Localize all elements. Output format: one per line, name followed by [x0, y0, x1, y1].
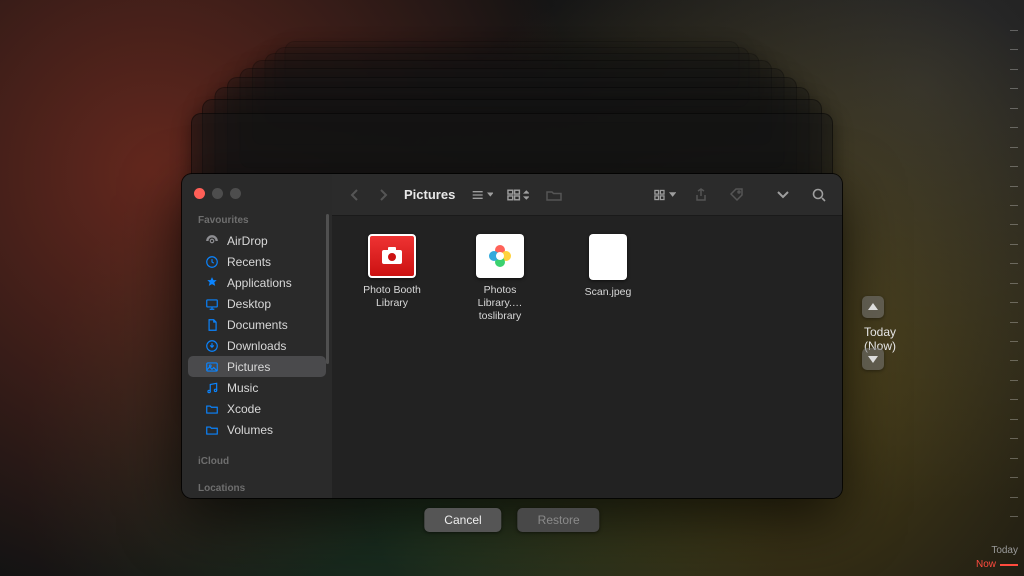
downloads-icon	[204, 338, 219, 353]
sidebar-item-label: Applications	[227, 276, 292, 290]
document-icon	[204, 317, 219, 332]
folder-icon	[204, 401, 219, 416]
close-window-button[interactable]	[194, 188, 205, 199]
toolbar: Pictures	[332, 174, 842, 216]
sidebar-scrollbar[interactable]	[326, 214, 329, 364]
sidebar-item-label: AirDrop	[227, 234, 268, 248]
sidebar-item-label: Xcode	[227, 402, 261, 416]
file-item[interactable]: Scan.jpeg	[568, 234, 648, 299]
sidebar-section-locations: Locations	[182, 479, 332, 498]
sidebar-item-label: Recents	[227, 255, 271, 269]
sidebar-item-music[interactable]: Music	[188, 377, 326, 398]
overflow-button[interactable]	[772, 184, 794, 206]
file-label: Scan.jpeg	[585, 286, 632, 299]
main-pane: Pictures	[332, 174, 842, 498]
sidebar-item-downloads[interactable]: Downloads	[188, 335, 326, 356]
minimize-window-button[interactable]	[212, 188, 223, 199]
photo-booth-library-icon	[368, 234, 416, 278]
timeline-bottom-label: Today	[991, 545, 1018, 556]
action-bar: Cancel Restore	[424, 508, 599, 532]
desktop-icon	[204, 296, 219, 311]
file-label: Photos Library.…toslibrary	[460, 284, 540, 323]
timeline-forward-button[interactable]	[862, 348, 884, 370]
sidebar-item-applications[interactable]: Applications	[188, 272, 326, 293]
sidebar-item-label: Desktop	[227, 297, 271, 311]
applications-icon	[204, 275, 219, 290]
sidebar-item-label: Downloads	[227, 339, 286, 353]
pictures-icon	[204, 359, 219, 374]
jpeg-file-icon	[589, 234, 627, 280]
photos-library-icon	[476, 234, 524, 278]
location-title: Pictures	[404, 187, 455, 202]
airdrop-icon	[204, 233, 219, 248]
sidebar-item-volumes[interactable]: Volumes	[188, 419, 326, 440]
forward-button[interactable]	[372, 184, 394, 206]
folder-icon	[204, 422, 219, 437]
sidebar: Favourites AirDrop Recents Applications …	[182, 174, 332, 498]
file-grid[interactable]: Photo Booth Library Photos Library.…tosl…	[332, 216, 842, 498]
sidebar-section-icloud: iCloud	[182, 452, 332, 471]
tags-button[interactable]	[726, 184, 748, 206]
sidebar-item-desktop[interactable]: Desktop	[188, 293, 326, 314]
sidebar-item-pictures[interactable]: Pictures	[188, 356, 326, 377]
sidebar-item-recents[interactable]: Recents	[188, 251, 326, 272]
back-button[interactable]	[344, 184, 366, 206]
sidebar-section-favourites: Favourites	[182, 211, 332, 230]
sidebar-item-label: Volumes	[227, 423, 273, 437]
finder-window: Favourites AirDrop Recents Applications …	[182, 174, 842, 498]
window-controls	[182, 184, 332, 211]
timeline: Today (Now) Today Now	[864, 0, 1024, 576]
group-button[interactable]	[507, 184, 529, 206]
timeline-back-button[interactable]	[862, 296, 884, 318]
sidebar-item-label: Pictures	[227, 360, 270, 374]
music-icon	[204, 380, 219, 395]
search-button[interactable]	[808, 184, 830, 206]
sidebar-item-airdrop[interactable]: AirDrop	[188, 230, 326, 251]
restore-button[interactable]: Restore	[518, 508, 600, 532]
file-item[interactable]: Photos Library.…toslibrary	[460, 234, 540, 323]
sidebar-item-documents[interactable]: Documents	[188, 314, 326, 335]
new-folder-button[interactable]	[543, 184, 565, 206]
sidebar-item-label: Music	[227, 381, 258, 395]
icon-size-button[interactable]	[654, 184, 676, 206]
sidebar-item-label: Documents	[227, 318, 288, 332]
share-button[interactable]	[690, 184, 712, 206]
timeline-now-marker: Now	[976, 559, 1018, 570]
sidebar-item-xcode[interactable]: Xcode	[188, 398, 326, 419]
clock-icon	[204, 254, 219, 269]
cancel-button[interactable]: Cancel	[424, 508, 501, 532]
timeline-ticks	[1008, 30, 1018, 516]
zoom-window-button[interactable]	[230, 188, 241, 199]
file-label: Photo Booth Library	[352, 284, 432, 310]
list-view-button[interactable]	[471, 184, 493, 206]
file-item[interactable]: Photo Booth Library	[352, 234, 432, 310]
